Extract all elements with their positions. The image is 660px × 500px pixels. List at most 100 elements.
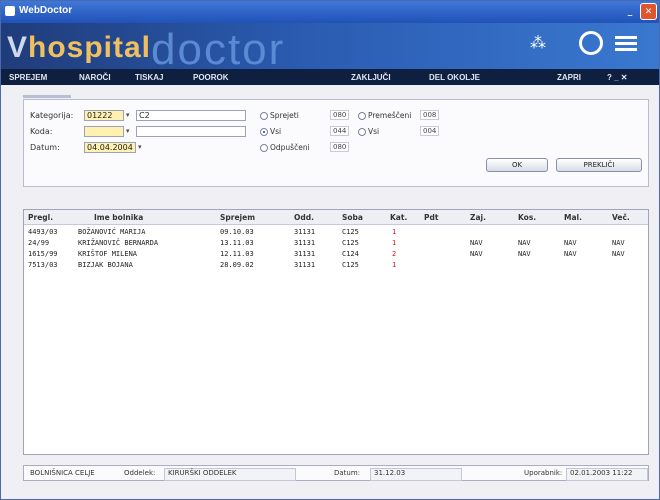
menu-bar: SPREJEM NAROČI TISKAJ POOROK ZAKLJUČI DE… xyxy=(1,69,659,85)
menu-porocilo[interactable]: POOROK xyxy=(193,73,229,82)
window-title: WebDoctor xyxy=(19,5,73,16)
cell-sprejem: 12.11.03 xyxy=(220,250,254,258)
chevron-down-icon[interactable]: ▾ xyxy=(126,127,134,136)
radio-vsi-count: 044 xyxy=(330,126,350,136)
kategorija-name-input[interactable]: C2 xyxy=(136,110,246,121)
radio-vsi-2-count: 004 xyxy=(420,126,440,136)
menu-zapri[interactable]: ZAPRI xyxy=(557,73,581,82)
app-window: WebDoctor _ ✕ Vhospital doctor ⁂ SPREJEM… xyxy=(0,0,660,500)
cell-sprejem: 09.10.03 xyxy=(220,228,254,236)
col-soba[interactable]: Soba xyxy=(342,213,363,222)
filter-form: Kategorija: 01222 ▾ C2 Koda: ▾ Datum: 04… xyxy=(23,99,649,187)
menu-tiskaj[interactable]: TISKAJ xyxy=(135,73,163,82)
cell-soba: C125 xyxy=(342,239,359,247)
chevron-down-icon[interactable]: ▾ xyxy=(126,111,134,120)
cell-soba: C125 xyxy=(342,228,359,236)
cell-ime: BOŽANOVIĆ MARIJA xyxy=(78,228,146,236)
form-tab[interactable] xyxy=(23,95,71,98)
cell-zaj: NAV xyxy=(470,250,483,258)
col-pdt[interactable]: Pdt xyxy=(424,213,438,222)
datum-input[interactable]: 04.04.2004 xyxy=(84,142,136,153)
cell-ime: BIZJAK BOJANA xyxy=(78,261,133,269)
cell-odd: 31131 xyxy=(294,250,316,258)
cancel-button[interactable]: PREKLIČI xyxy=(556,158,642,172)
status-odd-label: Oddelek: xyxy=(124,469,156,477)
title-bar: WebDoctor _ ✕ xyxy=(1,1,659,23)
menu-icon[interactable] xyxy=(615,33,637,55)
cell-pregl: 7513/03 xyxy=(28,261,58,269)
col-kat[interactable]: Kat. xyxy=(390,213,407,222)
calendar-dropdown-icon[interactable]: ▾ xyxy=(138,143,146,152)
table-row[interactable]: 24/99 KRIŽANOVIČ BERNARDA 13.11.03 31131… xyxy=(24,238,648,248)
radio-odpusceni-count: 080 xyxy=(330,142,350,152)
table-row[interactable]: 7513/03 BIZJAK BOJANA 28.09.02 31131 C12… xyxy=(24,260,648,270)
network-icon[interactable]: ⁂ xyxy=(527,33,549,55)
cell-kos: NAV xyxy=(518,239,531,247)
table-row[interactable]: 1615/99 KRIŠTOF MILENA 12.11.03 31131 C1… xyxy=(24,249,648,259)
radio-sprejeti-count: 080 xyxy=(330,110,350,120)
radio-vsi-label: Vsi xyxy=(270,127,282,136)
col-ime[interactable]: Ime bolnika xyxy=(94,213,143,222)
cell-ime: KRIŽANOVIČ BERNARDA xyxy=(78,239,159,247)
cell-odd: 31131 xyxy=(294,228,316,236)
col-pregl[interactable]: Pregl. xyxy=(28,213,53,222)
datum-label: Datum: xyxy=(30,143,60,152)
radio-sprejeti[interactable] xyxy=(260,112,268,120)
col-odd[interactable]: Odd. xyxy=(294,213,314,222)
radio-odpusceni[interactable] xyxy=(260,144,268,152)
status-date-label: Datum: xyxy=(334,469,361,477)
cell-soba: C125 xyxy=(342,261,359,269)
cell-odd: 31131 xyxy=(294,261,316,269)
radio-vsi-2-label: Vsi xyxy=(368,127,380,136)
cell-zaj: NAV xyxy=(470,239,483,247)
minimize-button[interactable]: _ xyxy=(623,5,637,19)
radio-vsi[interactable] xyxy=(260,128,268,136)
ok-button[interactable]: OK xyxy=(486,158,548,172)
menu-zakljuci[interactable]: ZAKLJUČI xyxy=(351,73,391,82)
cell-kat: 1 xyxy=(392,261,397,269)
radio-sprejeti-label: Sprejeti xyxy=(270,111,299,120)
cell-vec: NAV xyxy=(612,250,625,258)
cell-mal: NAV xyxy=(564,250,577,258)
menu-del-okolje[interactable]: DEL OKOLJE xyxy=(429,73,480,82)
status-bar: BOLNIŠNICA CELJE Oddelek: KIRURŠKI ODDEL… xyxy=(23,465,649,481)
cell-kat: 1 xyxy=(392,228,397,236)
cell-sprejem: 13.11.03 xyxy=(220,239,254,247)
cell-kos: NAV xyxy=(518,250,531,258)
patients-table: Pregl. Ime bolnika Sprejem Odd. Soba Kat… xyxy=(23,209,649,455)
table-row[interactable]: 4493/03 BOŽANOVIĆ MARIJA 09.10.03 31131 … xyxy=(24,227,648,237)
status-user-value: 02.01.2003 11:22 xyxy=(570,469,633,477)
koda-label: Koda: xyxy=(30,127,53,136)
koda-name-input[interactable] xyxy=(136,126,246,137)
col-sprejem[interactable]: Sprejem xyxy=(220,213,255,222)
cell-pregl: 24/99 xyxy=(28,239,50,247)
menu-naroci[interactable]: NAROČI xyxy=(79,73,111,82)
power-icon[interactable] xyxy=(579,31,603,55)
menu-window-controls[interactable]: ? _ ✕ xyxy=(607,73,627,82)
status-hospital: BOLNIŠNICA CELJE xyxy=(30,469,95,477)
cell-ime: KRIŠTOF MILENA xyxy=(78,250,138,258)
col-zaj[interactable]: Zaj. xyxy=(470,213,486,222)
col-mal[interactable]: Mal. xyxy=(564,213,582,222)
cell-mal: NAV xyxy=(564,239,577,247)
status-date-value: 31.12.03 xyxy=(374,469,406,477)
cell-pregl: 1615/99 xyxy=(28,250,58,258)
cell-pregl: 4493/03 xyxy=(28,228,58,236)
col-kos[interactable]: Kos. xyxy=(518,213,536,222)
status-user-label: Uporabnik: xyxy=(524,469,563,477)
cell-kat: 2 xyxy=(392,250,397,258)
kategorija-input[interactable]: 01222 xyxy=(84,110,124,121)
table-header: Pregl. Ime bolnika Sprejem Odd. Soba Kat… xyxy=(24,210,648,225)
radio-premesceni[interactable] xyxy=(358,112,366,120)
banner: Vhospital doctor ⁂ xyxy=(1,23,659,69)
cell-kat: 1 xyxy=(392,239,397,247)
menu-sprejem[interactable]: SPREJEM xyxy=(9,73,47,82)
radio-premesceni-label: Premeščeni xyxy=(368,111,412,120)
col-vec[interactable]: Več. xyxy=(612,213,630,222)
cell-sprejem: 28.09.02 xyxy=(220,261,254,269)
radio-vsi-2[interactable] xyxy=(358,128,366,136)
radio-premesceni-count: 008 xyxy=(420,110,440,120)
koda-input[interactable] xyxy=(84,126,124,137)
app-icon xyxy=(5,6,15,16)
close-button[interactable]: ✕ xyxy=(640,3,657,20)
